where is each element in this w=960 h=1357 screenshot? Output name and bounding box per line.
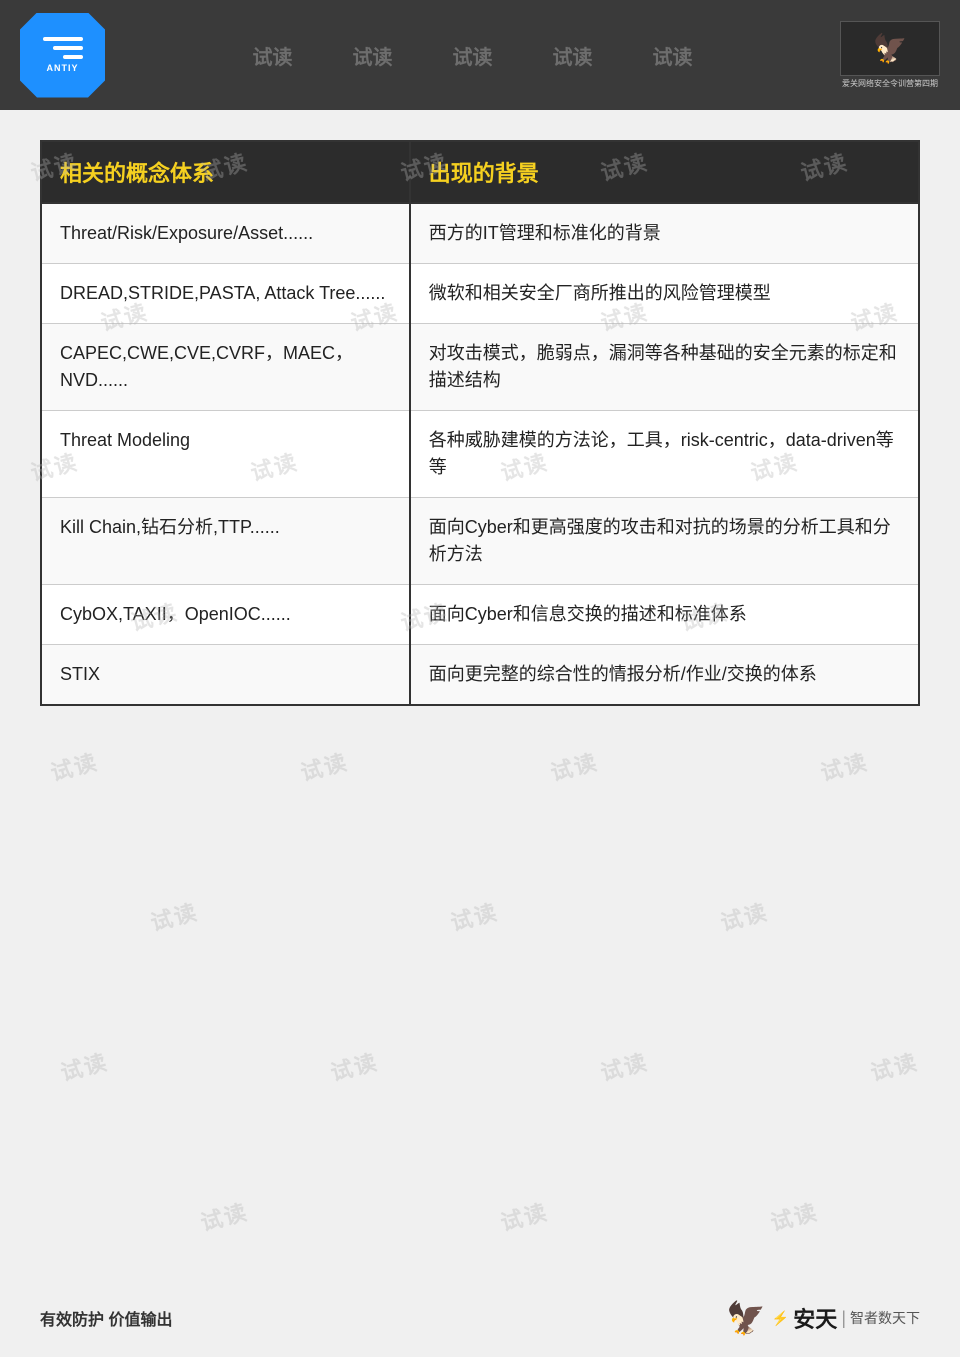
watermark-item: 试读: [147, 894, 202, 937]
watermark-item: 试读: [47, 744, 102, 787]
watermark-item: 试读: [767, 1194, 822, 1237]
logo-stripes: [43, 37, 83, 59]
footer-brand: ⚡ 安天 | 智者数天下: [772, 1302, 920, 1334]
footer-brand-main: 安天: [793, 1302, 837, 1334]
table-cell-concept: Kill Chain,钻石分析,TTP......: [41, 498, 410, 585]
right-logo-box: 🦅: [840, 21, 940, 76]
table-row: STIX面向更完整的综合性的情报分析/作业/交换的体系: [41, 645, 919, 706]
watermark-item: 试读: [817, 744, 872, 787]
watermark-item: 试读: [867, 1044, 922, 1087]
header-wm-2: 试读: [353, 41, 393, 70]
table-cell-concept: DREAD,STRIDE,PASTA, Attack Tree......: [41, 264, 410, 324]
footer-logo-area: 🦅 ⚡ 安天 | 智者数天下: [726, 1299, 920, 1337]
table-row: CybOX,TAXII，OpenIOC......面向Cyber和信息交换的描述…: [41, 585, 919, 645]
table-row: Kill Chain,钻石分析,TTP......面向Cyber和更高强度的攻击…: [41, 498, 919, 585]
watermark-item: 试读: [717, 894, 772, 937]
header-wm-3: 试读: [453, 41, 493, 70]
table-cell-concept: CybOX,TAXII，OpenIOC......: [41, 585, 410, 645]
table-row: Threat/Risk/Exposure/Asset......西方的IT管理和…: [41, 203, 919, 264]
table-cell-background: 西方的IT管理和标准化的背景: [410, 203, 919, 264]
table-cell-background: 微软和相关安全厂商所推出的风险管理模型: [410, 264, 919, 324]
footer-bird-icon: 🦅: [726, 1299, 766, 1337]
antiy-logo: ANTIY: [20, 13, 105, 98]
watermark-item: 试读: [547, 744, 602, 787]
table-cell-concept: Threat/Risk/Exposure/Asset......: [41, 203, 410, 264]
main-content: 相关的概念体系 出现的背景 Threat/Risk/Exposure/Asset…: [0, 110, 960, 726]
header-wm-5: 试读: [653, 41, 693, 70]
table-row: Threat Modeling各种威胁建模的方法论，工具，risk-centri…: [41, 411, 919, 498]
eagle-icon: 🦅: [873, 32, 908, 65]
header-wm-1: 试读: [253, 41, 293, 70]
table-cell-concept: Threat Modeling: [41, 411, 410, 498]
concept-table: 相关的概念体系 出现的背景 Threat/Risk/Exposure/Asset…: [40, 140, 920, 706]
footer-antiy-logo: 🦅 ⚡ 安天 | 智者数天下: [726, 1299, 920, 1337]
watermark-item: 试读: [197, 1194, 252, 1237]
stripe-2: [53, 46, 83, 50]
watermark-item: 试读: [597, 1044, 652, 1087]
stripe-1: [43, 37, 83, 41]
header-wm-4: 试读: [553, 41, 593, 70]
col1-header: 相关的概念体系: [41, 141, 410, 203]
footer-slogan: 有效防护 价值输出: [40, 1306, 172, 1330]
logo-label: ANTIY: [47, 63, 79, 73]
table-cell-concept: STIX: [41, 645, 410, 706]
table-cell-background: 对攻击模式，脆弱点，漏洞等各种基础的安全元素的标定和描述结构: [410, 324, 919, 411]
table-row: CAPEC,CWE,CVE,CVRF，MAEC，NVD......对攻击模式，脆…: [41, 324, 919, 411]
watermark-item: 试读: [327, 1044, 382, 1087]
footer-brand-sub: 智者数天下: [850, 1308, 920, 1328]
right-logo: 🦅 爱关网络安全令训营第四期: [840, 21, 940, 89]
stripe-3: [63, 55, 83, 59]
table-cell-concept: CAPEC,CWE,CVE,CVRF，MAEC，NVD......: [41, 324, 410, 411]
table-cell-background: 面向更完整的综合性的情报分析/作业/交换的体系: [410, 645, 919, 706]
header-bar: ANTIY 试读 试读 试读 试读 试读 🦅 爱关网络安全令训营第四期: [0, 0, 960, 110]
footer: 有效防护 价值输出 🦅 ⚡ 安天 | 智者数天下: [0, 1299, 960, 1337]
col2-header: 出现的背景: [410, 141, 919, 203]
table-cell-background: 面向Cyber和信息交换的描述和标准体系: [410, 585, 919, 645]
header-watermarks: 试读 试读 试读 试读 试读: [105, 41, 840, 70]
watermark-item: 试读: [297, 744, 352, 787]
table-cell-background: 各种威胁建模的方法论，工具，risk-centric，data-driven等等: [410, 411, 919, 498]
table-row: DREAD,STRIDE,PASTA, Attack Tree......微软和…: [41, 264, 919, 324]
watermark-item: 试读: [497, 1194, 552, 1237]
table-cell-background: 面向Cyber和更高强度的攻击和对抗的场景的分析工具和分析方法: [410, 498, 919, 585]
watermark-item: 试读: [57, 1044, 112, 1087]
right-logo-subtitle: 爱关网络安全令训营第四期: [842, 78, 938, 89]
watermark-item: 试读: [447, 894, 502, 937]
